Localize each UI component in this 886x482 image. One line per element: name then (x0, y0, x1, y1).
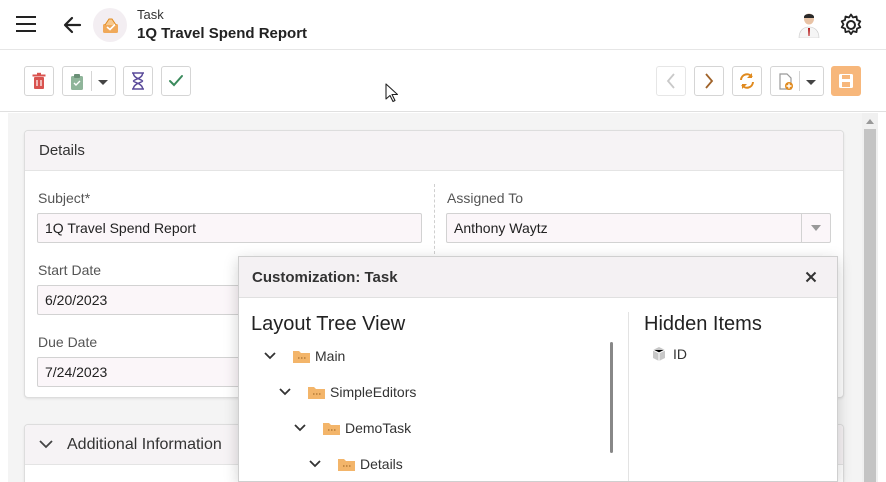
new-document-split-button[interactable] (770, 66, 824, 96)
chevron-down-icon (811, 225, 821, 231)
scroll-up-arrow-icon[interactable] (866, 119, 874, 124)
clipboard-icon (71, 74, 83, 90)
save-icon (839, 74, 853, 88)
tree-item-label: SimpleEditors (330, 384, 417, 400)
chevron-down-icon[interactable] (278, 385, 292, 399)
chevron-left-icon (666, 73, 675, 89)
chevron-down-icon[interactable] (293, 421, 307, 435)
dialog-header: Customization: Task (239, 257, 837, 298)
chevron-down-icon[interactable] (805, 79, 817, 86)
tree-item-main[interactable]: Main (263, 346, 345, 366)
close-icon[interactable] (803, 269, 819, 285)
pane-divider (628, 312, 629, 481)
hourglass-icon (132, 72, 144, 90)
dialog-title: Customization: Task (252, 268, 398, 286)
back-arrow-icon[interactable] (60, 12, 86, 38)
chevron-down-icon[interactable] (97, 79, 109, 86)
assigned-to-select[interactable]: Anthony Waytz (446, 213, 831, 243)
column-separator (434, 184, 435, 254)
menu-icon[interactable] (16, 16, 36, 32)
customization-dialog: Customization: Task Layout Tree View Hid… (238, 256, 838, 482)
scroll-thumb[interactable] (864, 129, 876, 482)
refresh-icon (740, 73, 754, 89)
assigned-to-value: Anthony Waytz (454, 220, 548, 236)
save-button[interactable] (831, 66, 861, 96)
chevron-down-icon[interactable] (308, 457, 322, 471)
folder-icon (323, 422, 340, 435)
due-date-input[interactable]: 7/24/2023 (37, 357, 247, 387)
hidden-item-id[interactable]: ID (651, 346, 687, 362)
additional-info-title: Additional Information (67, 435, 222, 453)
hourglass-button[interactable] (123, 66, 153, 96)
check-icon (169, 75, 183, 87)
assigned-to-label: Assigned To (447, 190, 524, 206)
due-date-label: Due Date (38, 334, 98, 350)
start-date-input[interactable]: 6/20/2023 (37, 285, 247, 315)
delete-button[interactable] (24, 66, 54, 96)
tree-scrollbar[interactable] (610, 342, 613, 453)
tree-item-demotask[interactable]: DemoTask (293, 418, 411, 438)
start-date-label: Start Date (38, 262, 102, 278)
subject-input[interactable]: 1Q Travel Spend Report (37, 213, 422, 243)
user-avatar-icon[interactable] (797, 12, 821, 38)
assigned-dropdown-button[interactable] (801, 214, 830, 242)
content-scrollbar[interactable] (862, 113, 878, 482)
layout-tree-title: Layout Tree View (251, 313, 406, 335)
task-app-icon (93, 8, 127, 42)
mouse-cursor-icon (385, 83, 399, 103)
subject-label: Subject* (38, 190, 91, 206)
chevron-right-icon (705, 73, 714, 89)
hidden-items-title: Hidden Items (644, 313, 762, 335)
tree-item-label: Main (315, 348, 346, 364)
folder-icon (308, 386, 325, 399)
chevron-down-icon (39, 440, 53, 449)
action-toolbar (0, 50, 886, 112)
clipboard-split-button[interactable] (62, 66, 116, 96)
folder-icon (293, 350, 310, 363)
mark-complete-button[interactable] (161, 66, 191, 96)
gear-icon[interactable] (838, 12, 864, 38)
page-title: 1Q Travel Spend Report (137, 25, 308, 42)
next-record-button[interactable] (694, 66, 724, 96)
details-section-header: Details (25, 131, 843, 171)
page-subtitle: Task (137, 7, 164, 22)
tree-item-details[interactable]: Details (308, 454, 403, 474)
tree-item-simpleeditors[interactable]: SimpleEditors (278, 382, 416, 402)
tree-item-label: Details (360, 456, 403, 472)
trash-icon (32, 72, 46, 89)
new-document-icon (779, 73, 793, 90)
chevron-down-icon[interactable] (263, 349, 277, 363)
refresh-button[interactable] (732, 66, 762, 96)
cube-icon (652, 347, 666, 361)
app-header: Task 1Q Travel Spend Report (0, 0, 886, 50)
folder-icon (338, 458, 355, 471)
hidden-item-label: ID (673, 346, 687, 362)
tree-item-label: DemoTask (345, 420, 412, 436)
previous-record-button[interactable] (656, 66, 686, 96)
